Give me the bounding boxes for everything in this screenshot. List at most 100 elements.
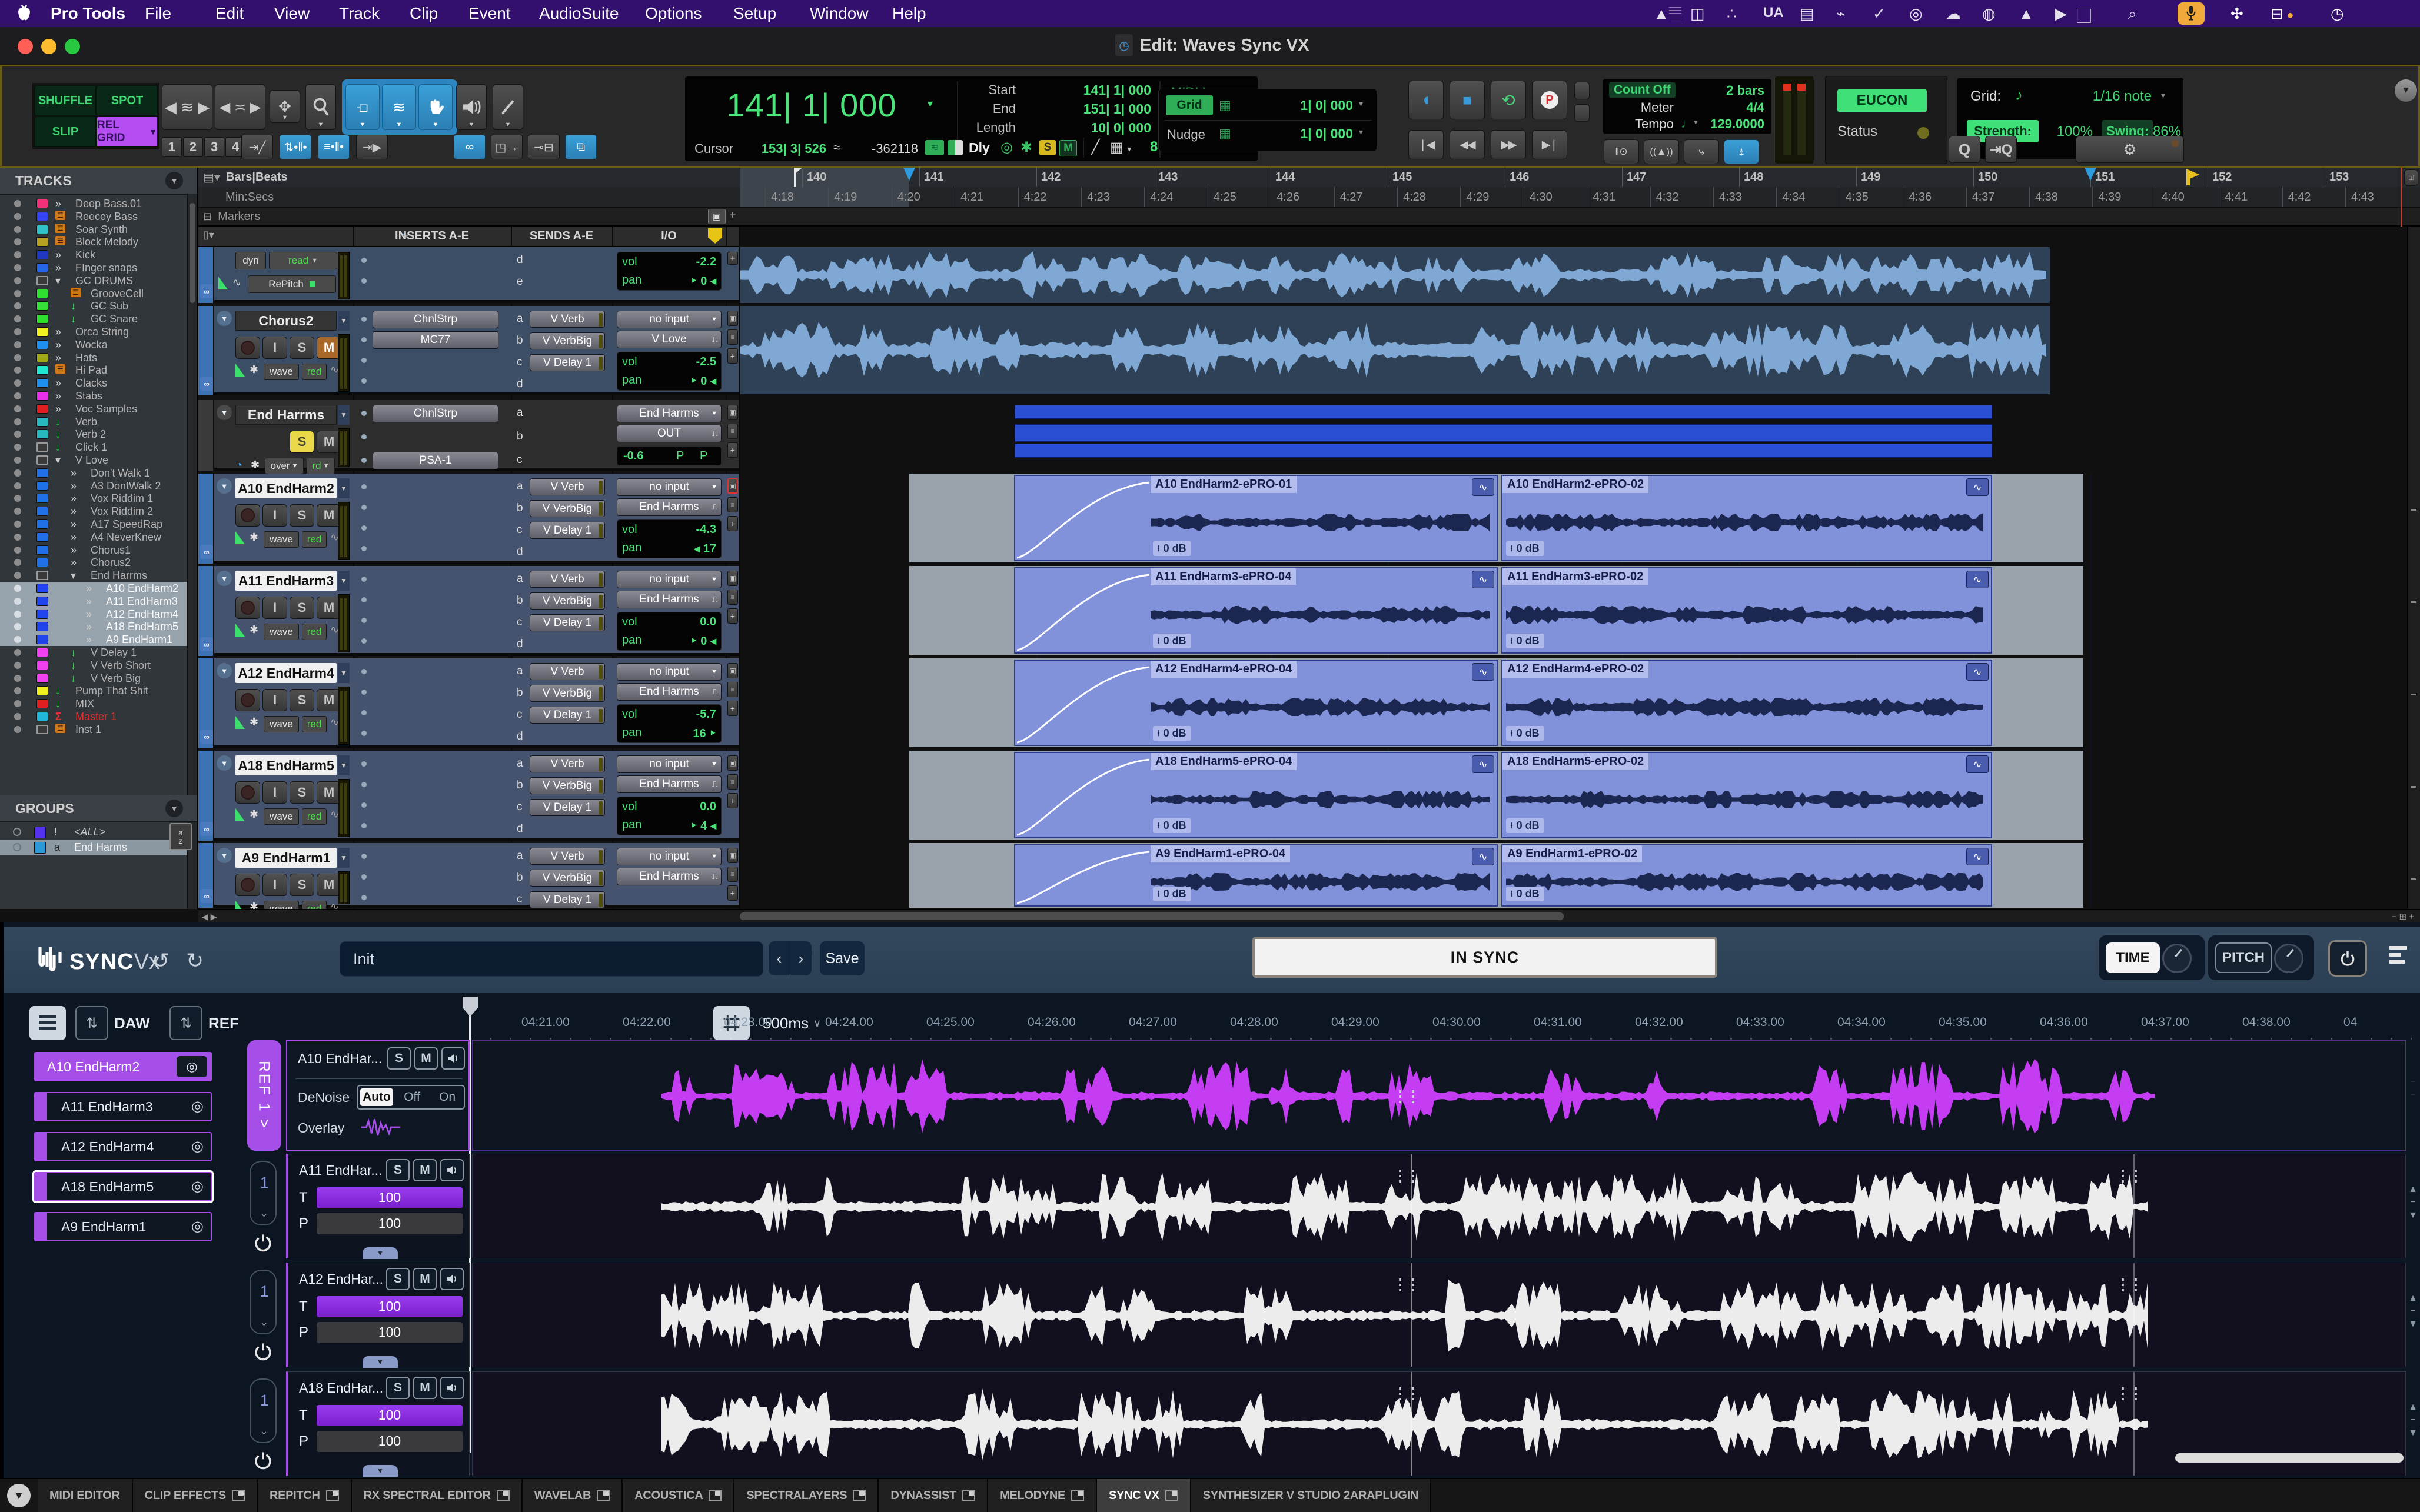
add-row-button[interactable]: + [727,701,738,716]
solo-button[interactable]: S [290,431,314,453]
track-type-icon[interactable]: » [86,608,92,621]
input-monitor-button[interactable]: I [262,597,287,619]
io-output-selector[interactable]: V Love⎍ [617,331,722,348]
fade-in-curve[interactable] [1015,754,1152,838]
track-name[interactable]: GrooveCell [91,288,144,300]
play-circle-icon[interactable]: ▶ [2055,5,2067,23]
groups-panel-header[interactable]: GROUPS▼ [0,795,198,822]
denoise-option-on[interactable]: On [431,1088,464,1106]
group-waveform-lane[interactable]: ⋮⋮⋮⋮ [472,1154,2406,1258]
track-name[interactable]: Hats [75,352,97,364]
record-enable-button[interactable] [235,874,260,896]
insertion-follows-playback-button[interactable]: ⇅•‖• [280,135,311,159]
track-list-item[interactable]: »Chorus2 [0,556,187,569]
track-type-icon[interactable]: ↓ [71,672,76,685]
group-name[interactable]: End Harms [74,841,127,854]
record-enable-button[interactable] [235,337,260,359]
pan-value[interactable]: 16 ‣ [693,726,716,741]
preset-field[interactable]: Init [340,941,763,977]
group-power-button[interactable] [253,1341,274,1363]
menu-item-setup[interactable]: Setup [733,4,776,23]
send-slot[interactable]: V Delay 1 [530,522,605,539]
scrub-tool-icon[interactable]: ▼ [456,84,487,130]
track-name[interactable]: Click 1 [75,441,107,454]
second-label[interactable]: 4:41 [2225,191,2248,204]
track-list-item[interactable]: »Orca String [0,325,187,338]
grid-value[interactable]: 1| 0| 000 [1247,98,1353,114]
track-name[interactable]: A11 EndHarm3 [106,595,178,608]
apple-logo-icon[interactable] [16,4,32,25]
track-disclosure-button[interactable]: ▼ [217,478,232,494]
track-type-icon[interactable]: » [86,634,92,646]
transport-mini-bottom-button[interactable] [1574,104,1590,122]
tempo-row-value[interactable]: 129.0000 [1703,116,1764,132]
time-mode-button[interactable]: TIME [2106,942,2160,973]
clip-gain-badge[interactable]: ⍿0 dB [1153,634,1191,648]
track-type-icon[interactable]: ▾ [55,275,61,287]
track-type-icon[interactable]: ▾ [55,454,61,467]
menu-item-clip[interactable]: Clip [410,4,438,23]
bar-number[interactable]: 148 [1744,171,1763,184]
menu-item-track[interactable]: Track [339,4,380,23]
track-type-icon[interactable]: » [55,262,61,274]
track-type-icon[interactable]: ↓ [71,660,76,672]
automation-mode-chip[interactable]: over▼ [265,458,304,474]
track-name[interactable]: V Love [75,454,108,467]
bar-number[interactable]: 152 [2212,171,2232,184]
groups-panel-menu-button[interactable]: ▼ [165,800,183,817]
lane-scroll-controls[interactable]: ▲−▼ [2408,1401,2418,1440]
chevron-down-icon[interactable]: ▾ [1694,118,1698,127]
clip-name[interactable]: A9 EndHarm1-ePRO-04 [1151,845,1290,862]
playlist-chip[interactable]: red [302,624,327,640]
insertion-marker-button[interactable]: ⇥▶ [356,135,388,159]
track-list-item[interactable]: »Deep Bass.01 [0,197,187,210]
folder-clip-bar[interactable] [1015,424,1992,442]
track-name[interactable]: Master 1 [75,711,117,723]
input-quantize-button[interactable]: ⇥Q [1985,136,2017,163]
second-label[interactable]: 4:37 [1972,191,1995,204]
fast-forward-button[interactable]: ▶▶ [1491,130,1526,159]
second-label[interactable]: 4:40 [2162,191,2185,204]
second-label[interactable]: 4:42 [2288,191,2311,204]
bolt-icon[interactable]: ⌁ [1836,5,1846,23]
track-view-chip[interactable]: wave [264,901,299,909]
menu-item-event[interactable]: Event [468,4,511,23]
track-name-chip[interactable]: Chorus2 [235,311,337,331]
track-name[interactable]: Inst 1 [75,724,101,736]
track-type-icon[interactable]: Σ [55,711,62,723]
plugin-track-item[interactable]: A11 EndHarm3◎ [34,1092,212,1121]
track-disclosure-button[interactable]: ▼ [217,848,232,863]
time-slider[interactable]: 100 [317,1405,463,1426]
pan-value[interactable]: ◂ 17 [694,541,716,556]
io-input-selector[interactable]: End Harrms▼ [617,405,722,422]
clip-gain-badge[interactable]: ⍿0 dB [1506,818,1544,833]
bar-number[interactable]: 142 [1041,171,1061,184]
second-label[interactable]: 4:35 [1846,191,1869,204]
bar-number[interactable]: 140 [807,171,826,184]
elastic-audio-clip-icon[interactable]: ∿ [1966,848,1989,865]
track-list-item[interactable]: ☰GrooveCell [0,287,187,300]
plugin-track-item[interactable]: A12 EndHarm4◎ [34,1132,212,1161]
second-label[interactable]: 4:21 [960,191,983,204]
zoom-out-waveform-button[interactable]: ◀ ≋ ▶ [162,84,212,130]
time-knob[interactable] [2162,944,2192,973]
film-strip-icon[interactable]: ▤ [1800,5,1814,23]
track-list-item[interactable]: ☰Soar Synth [0,223,187,236]
solo-button[interactable]: S [290,597,314,619]
io-view-button[interactable]: ▣ [727,311,738,326]
selector-tool-icon[interactable]: ≋▼ [382,84,416,130]
track-name-menu[interactable]: ▼ [338,405,350,425]
zoom-button[interactable] [65,39,80,54]
comments-button[interactable]: ≡ [727,424,738,439]
elastic-audio-clip-icon[interactable]: ∿ [1472,663,1494,681]
dock-tab-acoustica[interactable]: ACOUSTICA [623,1479,734,1512]
track-type-icon[interactable]: » [86,595,92,608]
record-enable-button[interactable] [235,781,260,804]
playlist-chip[interactable]: red [302,531,327,548]
group-mute-button[interactable]: M [413,1377,437,1399]
add-row-button[interactable]: + [727,516,738,531]
elastic-audio-clip-icon[interactable]: ∿ [1472,571,1494,588]
track-name[interactable]: Kick [75,249,95,261]
link-icon[interactable]: ∞ [200,284,213,298]
chorus1-waveform-region[interactable] [740,247,2050,303]
